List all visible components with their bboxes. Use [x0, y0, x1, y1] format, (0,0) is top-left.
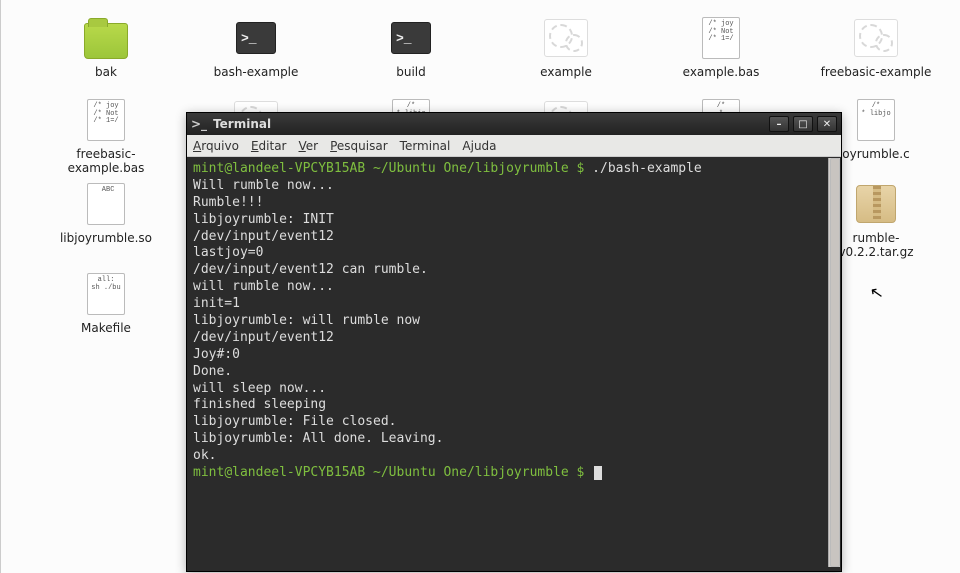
terminal-cursor [594, 466, 602, 480]
window-title: Terminal [213, 117, 769, 131]
text-file-icon: all: sh ./bu [82, 270, 130, 318]
text-file-icon: /* * libjo [852, 96, 900, 144]
file-example-bas[interactable]: /* joy /* Not /* 1=/ example.bas [656, 14, 786, 80]
maximize-button[interactable]: □ [793, 116, 813, 132]
menu-terminal[interactable]: Terminal [400, 139, 451, 153]
close-button[interactable]: ✕ [817, 116, 837, 132]
folder-icon [82, 14, 130, 62]
icon-label: libjoyrumble.so [60, 232, 152, 246]
titlebar[interactable]: >_ Terminal – □ ✕ [187, 113, 841, 135]
icon-label: example [540, 66, 592, 80]
archive-icon [852, 180, 900, 228]
binary-icon [542, 14, 590, 62]
scrollbar[interactable] [828, 158, 840, 567]
terminal-window: >_ Terminal – □ ✕ Arquivo Editar Ver Pesqui… [186, 112, 842, 572]
file-freebasic-example-bas[interactable]: /* joy /* Not /* 1=/ freebasic-example.ba… [41, 96, 171, 176]
file-freebasic-example[interactable]: freebasic-example [811, 14, 941, 80]
binary-icon [852, 14, 900, 62]
text-file-icon: /* joy /* Not /* 1=/ [697, 14, 745, 62]
file-example[interactable]: example [501, 14, 631, 80]
menu-help[interactable]: Ajuda [462, 139, 496, 153]
menu-file[interactable]: Arquivo [193, 139, 239, 153]
minimize-button[interactable]: – [769, 116, 789, 132]
icon-label: example.bas [683, 66, 760, 80]
menubar: Arquivo Editar Ver Pesquisar Terminal Ajuda [187, 135, 841, 157]
icon-label: bash-example [214, 66, 299, 80]
menu-search[interactable]: Pesquisar [330, 139, 388, 153]
terminal-icon: >_ [191, 117, 207, 131]
icon-label: freebasic-example.bas [46, 148, 166, 176]
menu-edit[interactable]: Editar [251, 139, 287, 153]
icon-label: bak [95, 66, 117, 80]
text-file-icon: /* joy /* Not /* 1=/ [82, 96, 130, 144]
scrollbar-thumb[interactable] [830, 158, 840, 567]
terminal-body[interactable]: mint@landeel-VPCYB15AB ~/Ubuntu One/libj… [187, 157, 841, 571]
icon-label: build [396, 66, 426, 80]
shell-script-icon [387, 14, 435, 62]
icon-label: oyrumble.c [842, 148, 909, 162]
menu-view[interactable]: Ver [299, 139, 319, 153]
shell-script-icon [232, 14, 280, 62]
text-file-icon: ABC [82, 180, 130, 228]
folder-bak[interactable]: bak [41, 14, 171, 80]
icon-label: freebasic-example [821, 66, 932, 80]
file-makefile[interactable]: all: sh ./bu Makefile [41, 270, 171, 336]
icon-label: Makefile [81, 322, 131, 336]
file-libjoyrumble-so[interactable]: ABC libjoyrumble.so [41, 180, 171, 246]
file-build[interactable]: build [346, 14, 476, 80]
file-bash-example[interactable]: bash-example [191, 14, 321, 80]
